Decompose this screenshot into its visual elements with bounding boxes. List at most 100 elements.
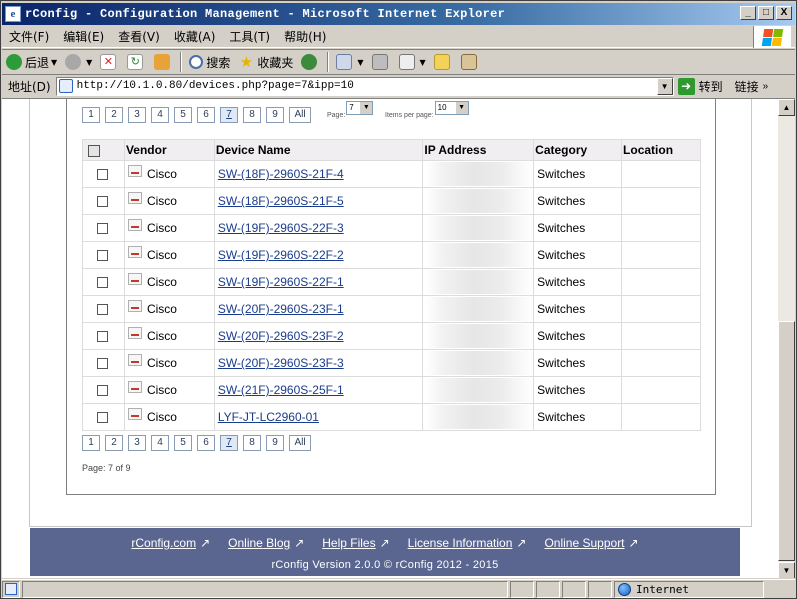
address-url[interactable]: http://10.1.0.80/devices.php?page=7&ipp=… — [77, 80, 354, 92]
chevron-down-icon[interactable]: ▼ — [656, 77, 673, 95]
menu-file[interactable]: 文件(F) — [2, 28, 56, 45]
page-link-7[interactable]: 7 — [220, 435, 238, 451]
status-page-icon — [2, 580, 20, 598]
table-row: Cisco SW-(20F)-2960S-23F-3 Switches — [82, 349, 701, 377]
favorites-button[interactable]: ★ 收藏夹 — [234, 51, 297, 73]
stop-button[interactable]: ✕ — [96, 51, 123, 73]
chevron-down-icon[interactable]: ▼ — [86, 58, 92, 67]
page-link-all[interactable]: All — [289, 435, 311, 451]
page-link-2[interactable]: 2 — [105, 107, 123, 123]
footer-link-rconfig[interactable]: rConfig.com — [131, 536, 196, 550]
cisco-logo-icon — [127, 354, 142, 366]
print-button[interactable] — [368, 51, 395, 73]
ipp-select[interactable]: 10 — [434, 101, 469, 115]
chevron-down-icon[interactable]: ▼ — [420, 58, 426, 67]
device-name-header[interactable]: Device Name — [213, 139, 424, 161]
chevron-down-icon[interactable]: ▼ — [51, 58, 57, 67]
chevron-down-icon[interactable]: ▼ — [357, 58, 363, 67]
page-link-3[interactable]: 3 — [128, 107, 146, 123]
back-button[interactable]: 后退 ▼ — [2, 51, 61, 73]
chevron-right-icon[interactable]: » — [763, 81, 769, 92]
scroll-down-button[interactable]: ▼ — [778, 562, 795, 578]
device-link[interactable]: SW-(19F)-2960S-22F-3 — [218, 221, 344, 235]
page-link-4[interactable]: 4 — [151, 107, 169, 123]
page-link-all[interactable]: All — [289, 107, 311, 123]
page-link-6[interactable]: 6 — [197, 435, 215, 451]
home-button[interactable] — [150, 51, 177, 73]
forward-button[interactable]: ▼ — [61, 51, 96, 73]
footer-link-license[interactable]: License Information — [408, 536, 513, 550]
device-link[interactable]: SW-(20F)-2960S-23F-2 — [218, 329, 344, 343]
edit-button[interactable]: ▼ — [395, 51, 430, 73]
row-checkbox[interactable] — [97, 331, 108, 343]
menu-edit[interactable]: 编辑(E) — [56, 28, 111, 45]
row-checkbox[interactable] — [97, 277, 108, 289]
messenger-button[interactable] — [457, 51, 484, 73]
minimize-button[interactable]: _ — [740, 6, 756, 20]
page-link-6[interactable]: 6 — [197, 107, 215, 123]
vendor-header[interactable]: Vendor — [123, 139, 215, 161]
footer-link-help[interactable]: Help Files — [322, 536, 375, 550]
ip-address-header[interactable]: IP Address — [422, 139, 535, 161]
mail-button[interactable]: ▼ — [332, 51, 367, 73]
page-link-1[interactable]: 1 — [82, 435, 100, 451]
row-checkbox[interactable] — [97, 250, 108, 262]
page-link-2[interactable]: 2 — [105, 435, 123, 451]
address-input[interactable]: http://10.1.0.80/devices.php?page=7&ipp=… — [55, 76, 674, 96]
row-checkbox[interactable] — [97, 385, 108, 397]
ipp-select-label: Items per page: — [385, 112, 434, 119]
ie-icon: e — [5, 6, 21, 22]
device-link[interactable]: SW-(18F)-2960S-21F-4 — [218, 167, 344, 181]
device-link[interactable]: SW-(21F)-2960S-25F-1 — [218, 383, 344, 397]
device-link[interactable]: SW-(19F)-2960S-22F-2 — [218, 248, 344, 262]
menu-favorites[interactable]: 收藏(A) — [167, 28, 223, 45]
page-link-8[interactable]: 8 — [243, 107, 261, 123]
back-label: 后退 — [25, 55, 50, 70]
go-button[interactable]: ➜ 转到 — [677, 77, 723, 95]
select-all-checkbox[interactable] — [88, 144, 100, 157]
scroll-thumb[interactable] — [778, 321, 795, 561]
links-button[interactable]: 链接 — [735, 78, 759, 95]
history-button[interactable] — [297, 51, 324, 73]
row-checkbox[interactable] — [97, 412, 108, 424]
page-link-9[interactable]: 9 — [266, 107, 284, 123]
page-link-1[interactable]: 1 — [82, 107, 100, 123]
footer-link-blog[interactable]: Online Blog — [228, 536, 290, 550]
close-button[interactable]: X — [776, 6, 792, 20]
device-link[interactable]: LYF-JT-LC2960-01 — [218, 410, 319, 424]
device-link[interactable]: SW-(18F)-2960S-21F-5 — [218, 194, 344, 208]
table-row: Cisco SW-(18F)-2960S-21F-4 Switches — [82, 160, 701, 188]
search-button[interactable]: 搜索 — [185, 51, 234, 73]
page-link-8[interactable]: 8 — [243, 435, 261, 451]
page-link-5[interactable]: 5 — [174, 435, 192, 451]
maximize-button[interactable]: □ — [758, 6, 774, 20]
page-link-7[interactable]: 7 — [220, 107, 238, 123]
page-link-5[interactable]: 5 — [174, 107, 192, 123]
device-link[interactable]: SW-(20F)-2960S-23F-3 — [218, 356, 344, 370]
row-checkbox[interactable] — [97, 358, 108, 370]
page-link-3[interactable]: 3 — [128, 435, 146, 451]
page-link-4[interactable]: 4 — [151, 435, 169, 451]
row-checkbox[interactable] — [97, 196, 108, 208]
location-cell — [621, 403, 701, 431]
discuss-button[interactable] — [430, 51, 457, 73]
row-checkbox[interactable] — [97, 304, 108, 316]
device-link[interactable]: SW-(20F)-2960S-23F-1 — [218, 302, 344, 316]
vertical-scrollbar[interactable]: ▲ ▼ — [778, 99, 795, 578]
row-select-cell — [82, 322, 125, 350]
scroll-up-button[interactable]: ▲ — [778, 99, 795, 116]
location-header[interactable]: Location — [621, 139, 701, 161]
menu-help[interactable]: 帮助(H) — [277, 28, 333, 45]
menu-view[interactable]: 查看(V) — [111, 28, 167, 45]
category-header[interactable]: Category — [533, 139, 623, 161]
row-checkbox[interactable] — [97, 169, 108, 181]
refresh-button[interactable]: ↻ — [123, 51, 150, 73]
page-select[interactable]: 7 — [346, 101, 374, 115]
page-link-9[interactable]: 9 — [266, 435, 284, 451]
footer-link-support[interactable]: Online Support — [544, 536, 624, 550]
menu-tools[interactable]: 工具(T) — [222, 28, 277, 45]
row-checkbox[interactable] — [97, 223, 108, 235]
device-link[interactable]: SW-(19F)-2960S-22F-1 — [218, 275, 344, 289]
back-arrow-icon — [6, 54, 22, 70]
vendor-cell: Cisco — [123, 268, 215, 296]
